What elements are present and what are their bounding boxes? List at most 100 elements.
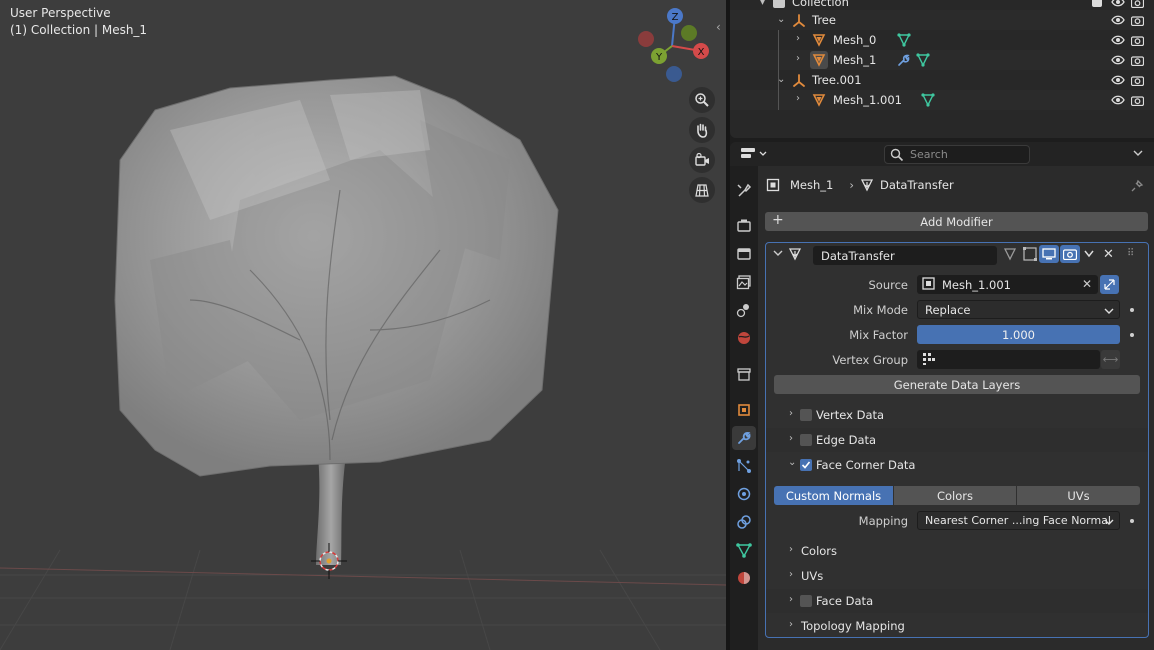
collection-icon (773, 0, 785, 8)
outliner-row-tree[interactable]: ⌄ Tree (730, 10, 1154, 30)
drag-handle-icon[interactable]: ⠿ (1127, 248, 1135, 259)
vertex-data-subpanel[interactable]: › Vertex Data (766, 403, 1148, 427)
3d-cursor[interactable] (311, 543, 347, 579)
keyframe-dot[interactable] (1130, 333, 1134, 337)
eye-icon[interactable] (1111, 0, 1125, 9)
tab-view-layer[interactable] (732, 270, 756, 294)
render-camera-icon[interactable] (1130, 93, 1144, 107)
face-data-checkbox[interactable] (800, 595, 812, 607)
tab-custom-normals[interactable]: Custom Normals (774, 486, 893, 505)
tab-render[interactable] (732, 214, 756, 238)
pan-button[interactable] (689, 117, 715, 143)
render-camera-icon[interactable] (1130, 53, 1144, 67)
tab-object[interactable] (732, 398, 756, 422)
object-transform-toggle[interactable] (1100, 275, 1119, 294)
navigation-gizmo[interactable]: Z X Y (638, 8, 709, 82)
eye-icon[interactable] (1111, 93, 1125, 107)
camera-view-button[interactable] (689, 147, 715, 173)
zoom-button[interactable] (689, 87, 715, 113)
projection-toggle-button[interactable] (689, 177, 715, 203)
chevron-right-icon[interactable]: › (789, 594, 793, 605)
source-object-field[interactable]: Mesh_1.001 ✕ (917, 275, 1098, 294)
tab-collection[interactable] (732, 362, 756, 386)
modifier-name-field[interactable]: DataTransfer (813, 246, 997, 265)
generate-data-layers-button[interactable]: Generate Data Layers (774, 375, 1140, 394)
3d-viewport[interactable]: Z X Y User Perspective (1) Collection | … (0, 0, 726, 650)
render-camera-icon[interactable] (1130, 33, 1144, 47)
keyframe-dot[interactable] (1130, 519, 1134, 523)
chevron-right-icon[interactable]: › (796, 93, 800, 104)
chevron-right-icon[interactable]: › (789, 569, 793, 580)
colors-label: Colors (801, 544, 838, 558)
checkbox-icon[interactable] (1092, 0, 1102, 7)
vertex-data-checkbox[interactable] (800, 409, 812, 421)
uvs-subpanel[interactable]: › UVs (766, 564, 1148, 588)
tab-world[interactable] (732, 326, 756, 350)
options-chevron-down-icon[interactable] (1132, 147, 1144, 162)
outliner-row-mesh-1[interactable]: › Mesh_1 (730, 50, 1154, 70)
realtime-toggle[interactable] (1039, 245, 1059, 263)
render-camera-icon[interactable] (1130, 0, 1144, 9)
data-transfer-modifier-panel: DataTransfer ✕ ⠿ Source Mesh_1.001 ✕ Mix… (765, 242, 1149, 638)
chevron-down-icon[interactable]: ▾ (760, 0, 765, 8)
chevron-down-icon[interactable]: ⌄ (777, 14, 785, 25)
eye-icon[interactable] (1111, 53, 1125, 67)
chevron-right-icon[interactable]: › (789, 408, 793, 419)
tab-physics[interactable] (732, 482, 756, 506)
modifier-menu-chevron-down-icon[interactable] (1083, 248, 1095, 262)
on-cage-icon[interactable] (1003, 247, 1017, 264)
mix-mode-select[interactable]: Replace (917, 300, 1120, 319)
add-modifier-button[interactable]: + Add Modifier (765, 212, 1148, 231)
outliner[interactable]: ▾ Collection ⌄ Tree › Mesh_0 › Mesh_1 ⌄ … (730, 0, 1154, 138)
render-camera-icon[interactable] (1130, 13, 1144, 27)
close-icon[interactable]: ✕ (1103, 247, 1114, 262)
editor-type-icon[interactable] (740, 146, 768, 165)
render-toggle[interactable] (1060, 245, 1080, 263)
edge-data-checkbox[interactable] (800, 434, 812, 446)
face-data-subpanel[interactable]: › Face Data (766, 589, 1148, 613)
outliner-row-mesh-0[interactable]: › Mesh_0 (730, 30, 1154, 50)
face-corner-checkbox[interactable] (800, 459, 812, 471)
eye-icon[interactable] (1111, 33, 1125, 47)
mix-factor-slider[interactable]: 1.000 (917, 325, 1120, 344)
eye-icon[interactable] (1111, 73, 1125, 87)
colors-subpanel[interactable]: › Colors (766, 539, 1148, 563)
tab-uvs[interactable]: UVs (1017, 486, 1140, 505)
vertex-group-field[interactable] (917, 350, 1100, 369)
tab-modifiers[interactable] (732, 426, 756, 450)
tab-scene[interactable] (732, 298, 756, 322)
face-corner-data-subpanel[interactable]: ⌄ Face Corner Data (766, 453, 1148, 477)
tab-material[interactable] (732, 566, 756, 590)
chevron-right-icon[interactable]: › (789, 619, 793, 630)
chevron-right-icon[interactable]: › (796, 53, 800, 64)
mapping-select[interactable]: Nearest Corner ...ing Face Normal (917, 511, 1120, 530)
collapse-chevron-down-icon[interactable] (773, 247, 783, 261)
invert-arrows-icon[interactable]: ⟷ (1101, 350, 1120, 369)
mapping-value: Nearest Corner ...ing Face Normal (925, 514, 1111, 527)
tab-data[interactable] (732, 538, 756, 562)
clear-x-icon[interactable]: ✕ (1082, 277, 1092, 291)
tab-particles[interactable] (732, 454, 756, 478)
properties-search-input[interactable]: Search (884, 145, 1030, 164)
edge-data-subpanel[interactable]: › Edge Data (766, 428, 1148, 452)
chevron-right-icon[interactable]: › (789, 433, 793, 444)
render-camera-icon[interactable] (1130, 73, 1144, 87)
edit-mode-icon[interactable] (1022, 246, 1038, 265)
chevron-right-icon[interactable]: › (796, 33, 800, 44)
chevron-down-icon[interactable]: ⌄ (788, 457, 796, 468)
outliner-row-mesh-1-001[interactable]: › Mesh_1.001 (730, 90, 1154, 110)
toggle-sidebar-arrow-icon[interactable]: ‹ (716, 20, 721, 34)
chevron-right-icon[interactable]: › (789, 544, 793, 555)
outliner-row-tree-001[interactable]: ⌄ Tree.001 (730, 70, 1154, 90)
tab-tool[interactable] (732, 178, 756, 202)
keyframe-dot[interactable] (1130, 308, 1134, 312)
transform-icon (1104, 279, 1115, 290)
tab-output[interactable] (732, 242, 756, 266)
particles-icon (737, 459, 751, 473)
tab-colors[interactable]: Colors (894, 486, 1016, 505)
tab-constraints[interactable] (732, 510, 756, 534)
properties-editor[interactable]: Search Mesh_1 › DataTransfer + Add Modif… (730, 142, 1154, 650)
topology-mapping-subpanel[interactable]: › Topology Mapping (766, 614, 1148, 638)
pin-icon[interactable] (1131, 178, 1145, 195)
eye-icon[interactable] (1111, 13, 1125, 27)
